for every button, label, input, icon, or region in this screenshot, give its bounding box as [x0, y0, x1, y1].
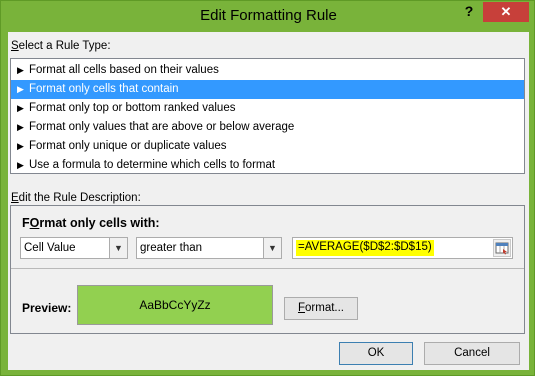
preview-label: Preview: — [22, 301, 72, 315]
chevron-down-icon[interactable]: ▼ — [109, 238, 127, 258]
cancel-button[interactable]: Cancel — [424, 342, 520, 365]
triangle-right-icon: ▶ — [17, 84, 24, 94]
title-bar[interactable]: Edit Formatting Rule ? ✕ — [1, 1, 535, 31]
triangle-right-icon: ▶ — [17, 65, 24, 75]
help-button[interactable]: ? — [461, 3, 477, 21]
dialog-body: Select a Rule Type: ▶ Format all cells ba… — [8, 32, 529, 370]
range-select-icon — [495, 242, 509, 255]
rule-type-list[interactable]: ▶ Format all cells based on their values … — [10, 58, 525, 174]
rule-description-panel: FOrmat only cells with: Cell Value ▼ gre… — [10, 205, 525, 334]
cell-value-select[interactable]: Cell Value ▼ — [20, 237, 128, 259]
rule-type-item[interactable]: ▶ Format all cells based on their values — [11, 61, 524, 80]
rule-type-item[interactable]: ▶ Use a formula to determine which cells … — [11, 156, 524, 175]
triangle-right-icon: ▶ — [17, 122, 24, 132]
format-button[interactable]: Format... — [284, 297, 358, 320]
formula-input[interactable]: =AVERAGE($D$2:$D$15) — [292, 237, 513, 259]
ok-button[interactable]: OK — [339, 342, 413, 365]
rule-type-item[interactable]: ▶ Format only values that are above or be… — [11, 118, 524, 137]
collapse-dialog-button[interactable] — [493, 239, 511, 257]
format-only-cells-heading: FOrmat only cells with: — [22, 216, 160, 230]
condition-area: FOrmat only cells with: Cell Value ▼ gre… — [11, 206, 524, 269]
preview-sample: AaBbCcYyZz — [77, 285, 273, 325]
rule-type-item-selected[interactable]: ▶ Format only cells that contain — [11, 80, 524, 99]
dialog-title: Edit Formatting Rule — [200, 7, 337, 24]
triangle-right-icon: ▶ — [17, 103, 24, 113]
dialog-window: Edit Formatting Rule ? ✕ Select a Rule T… — [0, 0, 535, 376]
close-button[interactable]: ✕ — [483, 2, 529, 22]
rule-description-label: Edit the Rule Description: — [11, 192, 141, 204]
triangle-right-icon: ▶ — [17, 141, 24, 151]
triangle-right-icon: ▶ — [17, 160, 24, 170]
close-icon: ✕ — [500, 4, 512, 19]
rule-type-item[interactable]: ▶ Format only top or bottom ranked values — [11, 99, 524, 118]
rule-type-label: Select a Rule Type: — [11, 40, 111, 52]
formula-value: =AVERAGE($D$2:$D$15) — [296, 240, 434, 256]
chevron-down-icon[interactable]: ▼ — [263, 238, 281, 258]
operator-select[interactable]: greater than ▼ — [136, 237, 282, 259]
rule-type-item[interactable]: ▶ Format only unique or duplicate values — [11, 137, 524, 156]
